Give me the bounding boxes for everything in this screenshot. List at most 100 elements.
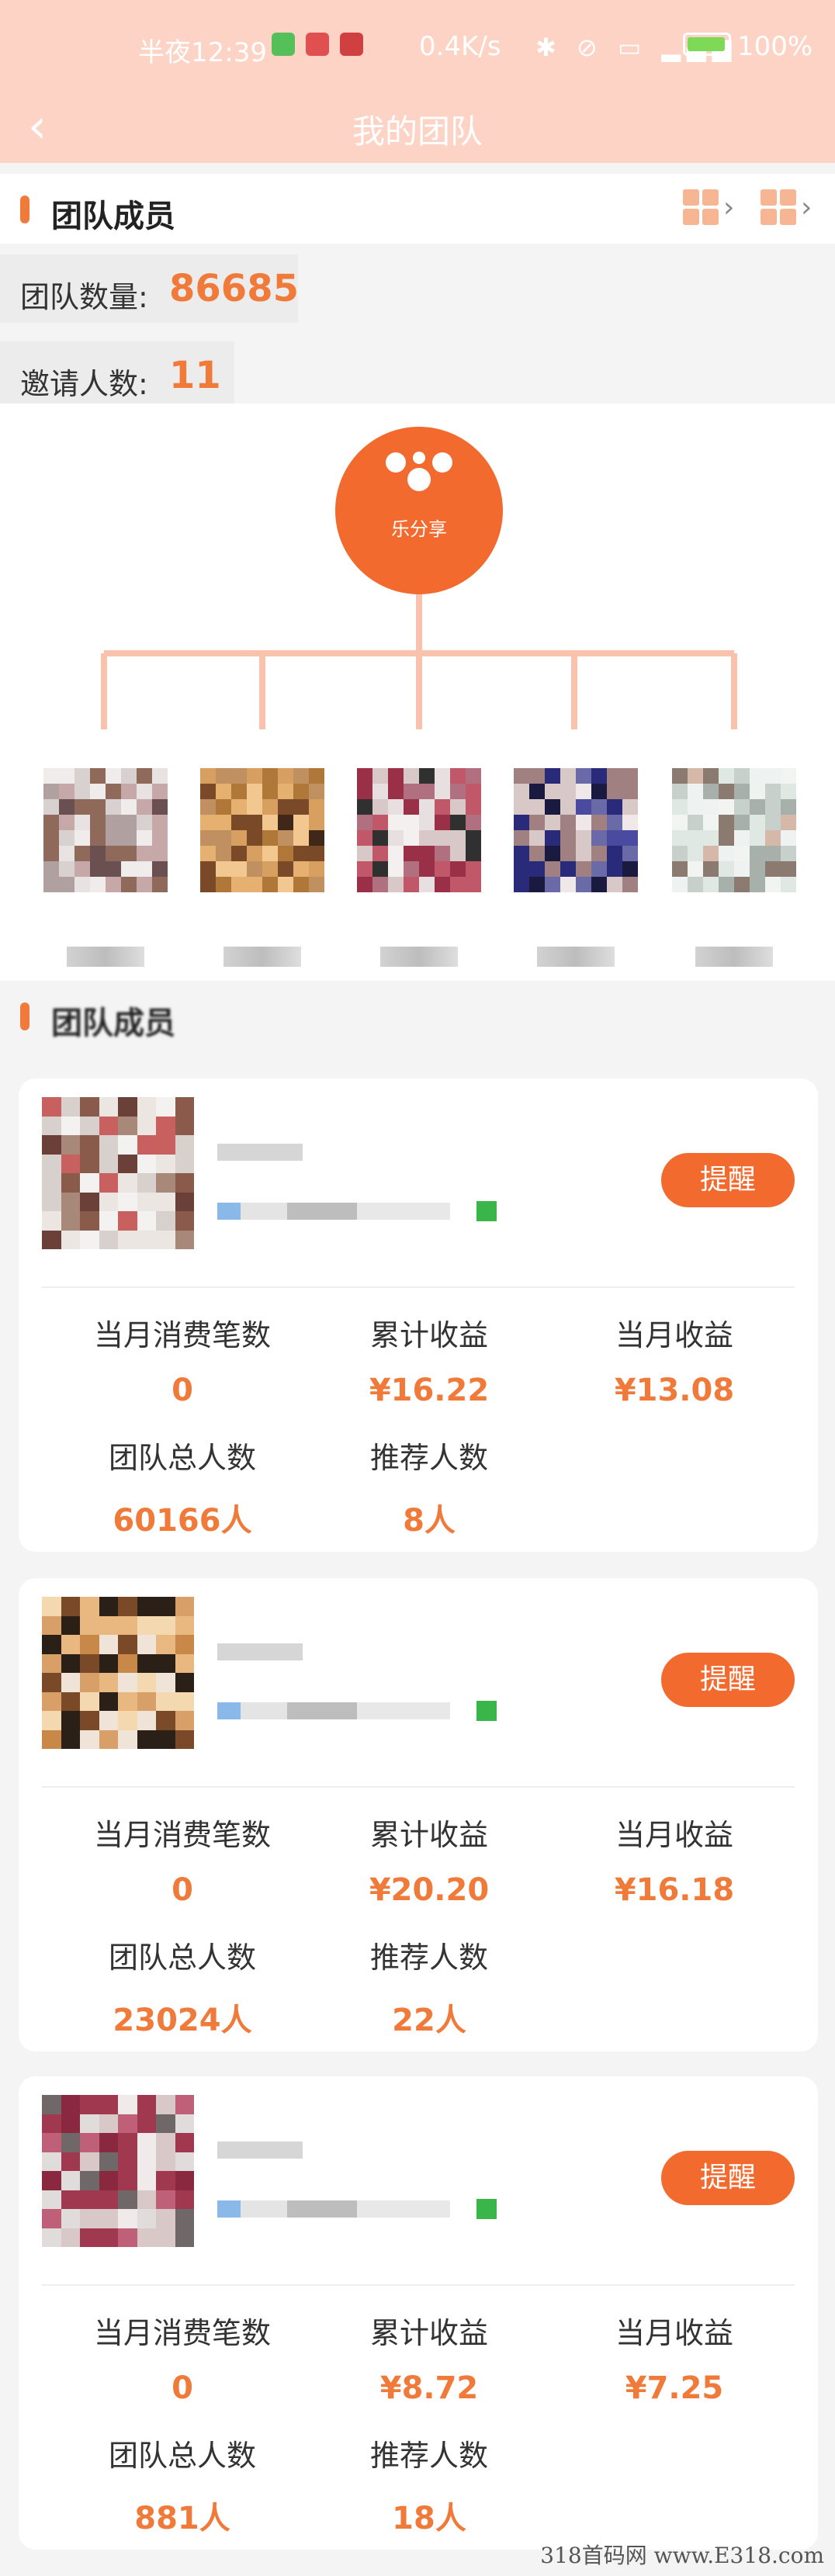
metric-label: 团队总人数 xyxy=(108,1441,256,1475)
member-name-blurred xyxy=(217,1144,303,1161)
metric-value: 22人 xyxy=(392,2003,466,2038)
qrcode-icon xyxy=(761,189,796,225)
tree-connectors xyxy=(101,594,737,729)
metric-value: 23024人 xyxy=(113,2003,252,2038)
card-metric: 团队总人数 60166人 xyxy=(54,1434,310,1540)
metric-value: ¥13.08 xyxy=(614,1373,735,1408)
metric-value: ¥16.22 xyxy=(369,1373,490,1408)
metric-label: 团队总人数 xyxy=(108,1941,256,1975)
remind-button[interactable]: 提醒 xyxy=(661,1153,795,1207)
avatar[interactable] xyxy=(43,768,168,892)
member-card: 提醒当月消费笔数 0 累计收益 ¥8.72 当月收益 ¥7.25 团队总人数 881人 推荐人数… xyxy=(19,2076,818,2550)
app-notification-icon xyxy=(272,33,295,56)
section-title: 团队成员 xyxy=(51,1006,175,1041)
invite-count-label: 邀请人数: xyxy=(20,367,148,401)
section-title: 团队成员 xyxy=(51,199,175,234)
card-metric: 团队总人数 23024人 xyxy=(54,1934,310,2040)
app-notification-icon xyxy=(306,33,329,56)
avatar[interactable] xyxy=(672,768,796,892)
metric-value: 8人 xyxy=(403,1503,456,1539)
card-metric: 当月消费笔数 0 xyxy=(54,1311,310,1408)
qr-link-left[interactable]: › xyxy=(683,189,734,225)
card-metric: 当月消费笔数 0 xyxy=(54,1811,310,1908)
metric-label: 当月消费笔数 xyxy=(93,2316,271,2350)
members-section-header: 团队成员 xyxy=(0,981,835,1051)
online-status-icon xyxy=(476,1201,497,1221)
metric-label: 推荐人数 xyxy=(369,2439,488,2473)
network-speed: 0.4K/s xyxy=(419,31,501,62)
member-name-blurred xyxy=(380,947,458,967)
section-accent-bar xyxy=(20,1002,29,1030)
member-card: 提醒当月消费笔数 0 累计收益 ¥16.22 当月收益 ¥13.08 团队总人数 60166人… xyxy=(19,1079,818,1552)
metric-label: 当月收益 xyxy=(615,2316,733,2350)
metric-label: 当月消费笔数 xyxy=(93,1318,271,1352)
card-metric: 当月收益 ¥7.25 xyxy=(546,2309,802,2406)
member-name-blurred xyxy=(67,947,144,967)
divider xyxy=(42,2284,795,2286)
watermark: 318首码网 www.E318.com xyxy=(540,2543,824,2568)
member-name-blurred xyxy=(217,1643,303,1660)
team-section-header: 团队成员 › › xyxy=(0,174,835,244)
card-metric: 当月收益 ¥16.18 xyxy=(546,1811,802,1908)
metric-label: 累计收益 xyxy=(369,1318,488,1352)
metric-label: 推荐人数 xyxy=(369,1941,488,1975)
app-notification-icon xyxy=(340,33,363,56)
metric-label: 累计收益 xyxy=(369,2316,488,2350)
status-bar: 半夜12:39 0.4K/s ✱ ⊘ ▭ ▂▄▆ 100% xyxy=(0,0,835,85)
avatar[interactable] xyxy=(357,768,481,892)
card-metric: 累计收益 ¥8.72 xyxy=(301,2309,557,2406)
remind-button[interactable]: 提醒 xyxy=(661,2151,795,2205)
status-time: 半夜12:39 xyxy=(138,37,267,68)
member-id-blurred xyxy=(217,1702,450,1719)
metric-label: 当月收益 xyxy=(615,1818,733,1852)
card-metric: 推荐人数 18人 xyxy=(301,2432,557,2538)
avatar[interactable] xyxy=(200,768,324,892)
page-title: 我的团队 xyxy=(352,113,483,151)
metric-value: 0 xyxy=(172,2370,193,2406)
battery-percent: 100% xyxy=(737,31,813,62)
metric-value: 0 xyxy=(172,1872,193,1908)
qr-link-right[interactable]: › xyxy=(761,189,812,225)
online-status-icon xyxy=(476,2199,497,2219)
card-metric: 当月收益 ¥13.08 xyxy=(546,1311,802,1408)
member-id-blurred xyxy=(217,2200,450,2218)
metric-value: 0 xyxy=(172,1373,193,1408)
member-name-blurred xyxy=(537,947,615,967)
member-id-blurred xyxy=(217,1203,450,1220)
metric-value: 60166人 xyxy=(113,1503,252,1539)
metric-label: 累计收益 xyxy=(369,1818,488,1852)
metric-label: 当月收益 xyxy=(615,1318,733,1352)
team-count-box: 团队数量: 86685 xyxy=(0,254,299,323)
battery-icon xyxy=(683,33,731,56)
section-accent-bar xyxy=(20,196,29,223)
remind-button[interactable]: 提醒 xyxy=(661,1653,795,1707)
metric-value: ¥16.18 xyxy=(614,1872,735,1908)
card-metric: 团队总人数 881人 xyxy=(54,2432,310,2538)
card-metric: 推荐人数 8人 xyxy=(301,1434,557,1540)
member-name-blurred xyxy=(223,947,301,967)
avatar[interactable] xyxy=(42,1597,194,1749)
card-metric: 推荐人数 22人 xyxy=(301,1934,557,2040)
metric-value: ¥20.20 xyxy=(369,1872,490,1908)
qrcode-icon xyxy=(683,189,719,225)
metric-value: 18人 xyxy=(392,2501,466,2536)
metric-value: 881人 xyxy=(134,2501,230,2536)
card-metric: 当月消费笔数 0 xyxy=(54,2309,310,2406)
divider xyxy=(42,1786,795,1788)
member-name-blurred xyxy=(217,2141,303,2159)
team-count-label: 团队数量: xyxy=(20,280,148,314)
metric-label: 团队总人数 xyxy=(108,2439,256,2473)
chevron-right-icon: › xyxy=(801,191,812,223)
team-tree: 乐分享 xyxy=(0,403,835,993)
avatar[interactable] xyxy=(42,2095,194,2247)
avatar[interactable] xyxy=(42,1097,194,1249)
online-status-icon xyxy=(476,1701,497,1721)
nav-bar: ‹ 我的团队 xyxy=(0,85,835,163)
avatar[interactable] xyxy=(514,768,638,892)
member-name-blurred xyxy=(695,947,773,967)
invite-count-value: 11 xyxy=(169,354,221,397)
divider xyxy=(42,1286,795,1288)
metric-label: 推荐人数 xyxy=(369,1441,488,1475)
invite-count-box: 邀请人数: 11 xyxy=(0,341,234,410)
metric-value: ¥8.72 xyxy=(379,2370,479,2406)
